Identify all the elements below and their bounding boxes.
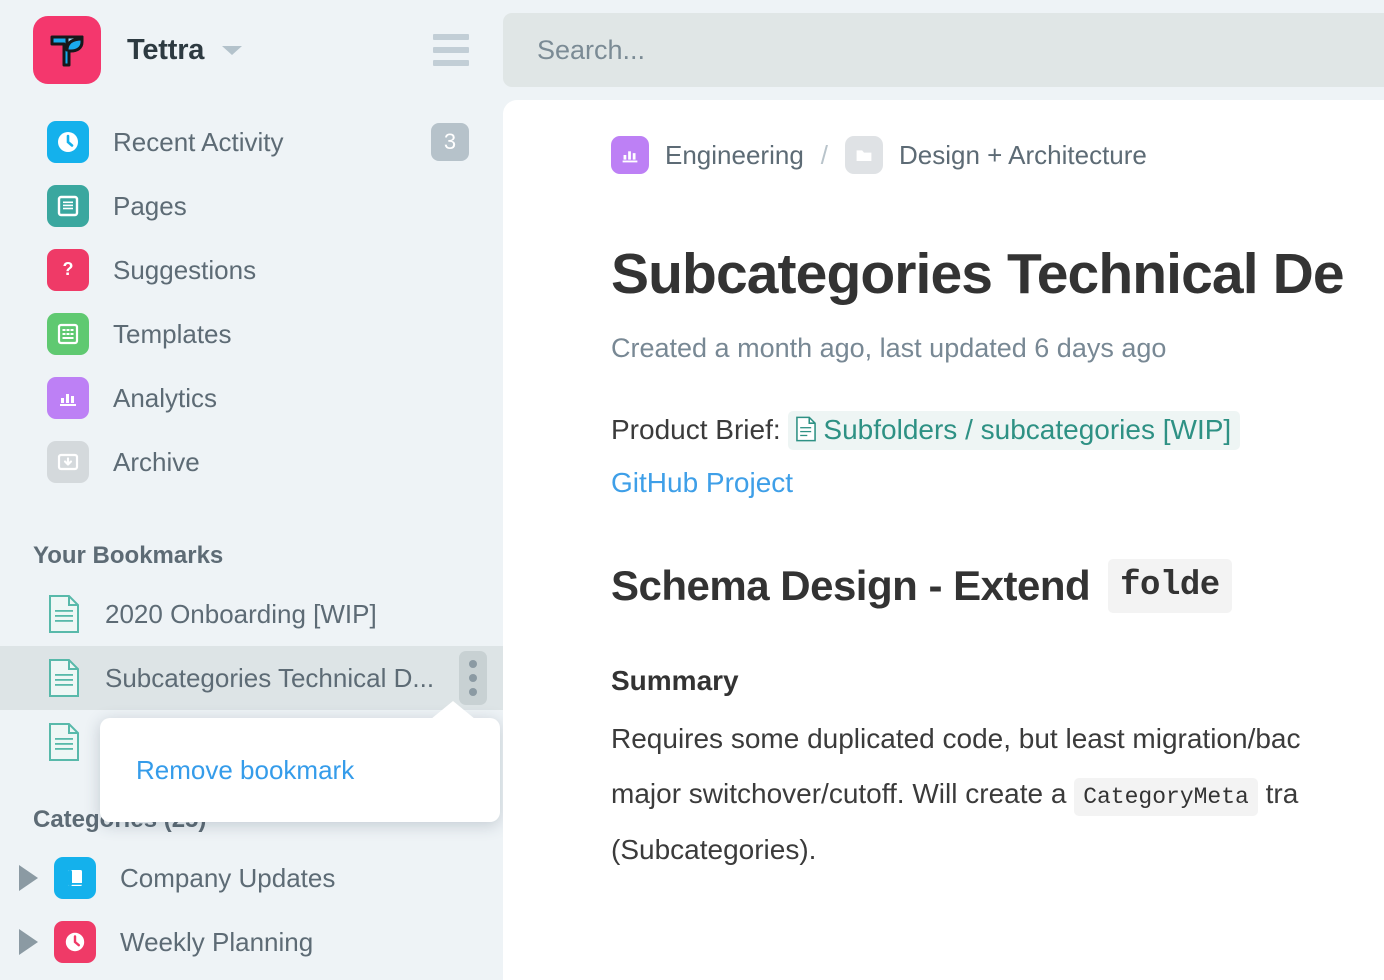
template-icon (47, 313, 89, 355)
product-brief-label: Product Brief: (611, 413, 781, 445)
bookmark-item-selected[interactable]: Subcategories Technical D... (0, 646, 503, 710)
breadcrumb-item-engineering[interactable]: Engineering (665, 140, 804, 171)
bar-chart-icon (611, 136, 649, 174)
breadcrumb-separator: / (820, 139, 829, 170)
sidebar-item-templates[interactable]: Templates (0, 302, 503, 366)
page-icon (47, 594, 81, 634)
sidebar-item-recent-activity[interactable]: Recent Activity 3 (0, 110, 503, 174)
category-label: Weekly Planning (120, 926, 314, 957)
kebab-menu-icon[interactable] (459, 651, 487, 705)
brand-row: Tettra (0, 0, 503, 100)
section-heading-text: Schema Design - Extend (611, 561, 1091, 609)
archive-box-icon (47, 441, 89, 483)
workspace-name[interactable]: Tettra (127, 34, 204, 67)
clock-icon (47, 121, 89, 163)
sidebar-item-analytics[interactable]: Analytics (0, 366, 503, 430)
breadcrumb-item-design-architecture[interactable]: Design + Architecture (899, 140, 1147, 171)
summary-line-2-before: major switchover/cutoff. Will create a (611, 778, 1067, 810)
svg-text:?: ? (63, 259, 74, 279)
bookmark-item[interactable]: 2020 Onboarding [WIP] (0, 582, 503, 646)
search-bar[interactable] (503, 13, 1384, 87)
category-item-company-updates[interactable]: Company Updates (0, 846, 503, 910)
bookmarks-section-title: Your Bookmarks (33, 542, 224, 569)
sidebar-item-label: Pages (113, 190, 187, 221)
summary-paragraph: Requires some duplicated code, but least… (611, 711, 1384, 877)
clock-icon (54, 921, 96, 963)
sidebar-item-label: Recent Activity (113, 126, 284, 157)
bar-chart-icon (47, 377, 89, 419)
tettra-logo-icon[interactable] (33, 16, 101, 84)
triangle-right-icon[interactable] (19, 929, 38, 955)
categories-list: Company Updates Weekly Planning (0, 846, 503, 974)
product-brief-row: Product Brief: Subfolders / subcategorie… (611, 408, 1384, 451)
summary-line-2-after: tra (1265, 778, 1299, 810)
sidebar-item-label: Archive (113, 446, 200, 477)
content-panel: Engineering / Design + Architecture Subc… (503, 100, 1384, 980)
sidebar-item-archive[interactable]: Archive (0, 430, 503, 494)
summary-line-3: (Subcategories). (611, 833, 817, 865)
bookmark-label: 2020 Onboarding [WIP] (105, 598, 377, 629)
chevron-down-icon[interactable] (222, 45, 243, 55)
breadcrumb: Engineering / Design + Architecture (611, 128, 1384, 182)
category-label: Company Updates (120, 862, 336, 893)
summary-heading: Summary (611, 664, 739, 696)
folder-icon (845, 136, 884, 174)
sidebar-item-pages[interactable]: Pages (0, 174, 503, 238)
product-brief-link[interactable]: Subfolders / subcategories [WIP] (788, 410, 1241, 450)
section-heading-schema-design: Schema Design - Extend folde (611, 558, 1384, 613)
document-icon (47, 185, 89, 227)
app-root: Tettra Recent Activity 3 Pages ? Suggest… (0, 0, 1384, 980)
sidebar-item-label: Templates (113, 318, 232, 349)
sidebar-item-label: Suggestions (113, 254, 257, 285)
sidebar: Tettra Recent Activity 3 Pages ? Suggest… (0, 0, 503, 980)
summary-inline-code: CategoryMeta (1074, 778, 1258, 817)
section-heading-code: folde (1108, 558, 1232, 613)
book-icon (54, 857, 96, 899)
remove-bookmark-menu-item[interactable]: Remove bookmark (100, 755, 354, 786)
bookmark-context-menu: Remove bookmark (100, 701, 500, 822)
recent-activity-badge: 3 (431, 123, 469, 161)
page-timestamps: Created a month ago, last updated 6 days… (611, 332, 1167, 363)
primary-nav: Recent Activity 3 Pages ? Suggestions Te… (0, 110, 503, 494)
summary-line-1: Requires some duplicated code, but least… (611, 722, 1301, 754)
hamburger-icon[interactable] (433, 34, 469, 66)
triangle-right-icon[interactable] (19, 865, 38, 891)
search-input[interactable] (537, 34, 1384, 66)
bookmark-label: Subcategories Technical D... (105, 662, 435, 693)
summary-line-2: major switchover/cutoff. Will create a C… (611, 766, 1384, 821)
page-title: Subcategories Technical De (611, 242, 1345, 306)
product-brief-link-text: Subfolders / subcategories [WIP] (823, 413, 1232, 445)
github-project-link[interactable]: GitHub Project (611, 467, 1384, 499)
sidebar-item-suggestions[interactable]: ? Suggestions (0, 238, 503, 302)
question-icon: ? (47, 249, 89, 291)
popover-caret-icon (431, 701, 475, 719)
page-icon (47, 658, 81, 698)
sidebar-item-label: Analytics (113, 382, 218, 413)
category-item-weekly-planning[interactable]: Weekly Planning (0, 910, 503, 974)
page-icon (47, 722, 81, 762)
